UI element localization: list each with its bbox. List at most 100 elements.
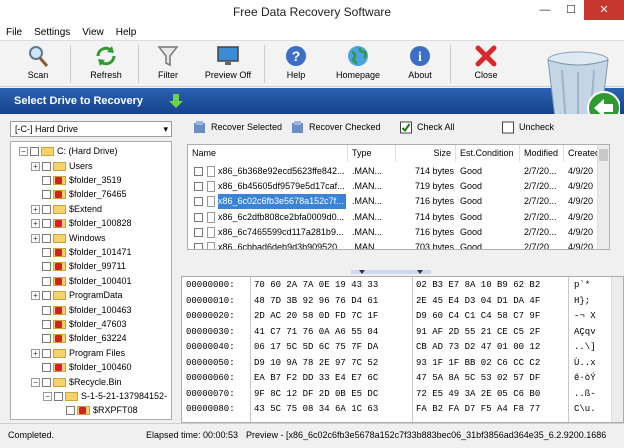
tree-node[interactable]: − $Recycle.Bin — [31, 375, 122, 388]
expand-toggle-icon[interactable]: + — [31, 348, 40, 358]
tree-node[interactable]: $folder_100460 — [31, 361, 132, 374]
maximize-button[interactable]: ☐ — [558, 0, 584, 20]
check-all-toggle[interactable]: Check All — [399, 121, 455, 134]
tree-checkbox[interactable] — [42, 348, 51, 358]
tree-node[interactable]: + ProgramData — [31, 289, 123, 302]
column-header[interactable]: Est.Condition — [456, 145, 520, 162]
minimize-button[interactable]: — — [532, 0, 558, 20]
tree-checkbox[interactable] — [42, 276, 51, 286]
hex-bytes-2: 2E 45 E4 D3 04 D1 DA 4F — [416, 295, 541, 306]
row-checkbox[interactable] — [194, 167, 203, 176]
cell-cond: Good — [460, 211, 483, 222]
column-header[interactable]: Created — [564, 145, 600, 162]
uncheck-toggle[interactable]: Uncheck — [501, 121, 554, 134]
tree-checkbox[interactable] — [42, 161, 51, 171]
tree-checkbox[interactable] — [42, 363, 51, 373]
expand-toggle-icon[interactable]: + — [31, 219, 40, 229]
expand-toggle-icon[interactable]: + — [31, 291, 40, 301]
column-header[interactable]: Size — [396, 145, 456, 162]
tree-node[interactable]: $folder_3519 — [31, 174, 122, 187]
tree-checkbox[interactable] — [42, 233, 51, 243]
tree-node[interactable]: + Program Files — [31, 347, 125, 360]
tree-node-label: $folder_3519 — [69, 174, 122, 185]
help-button[interactable]: ? Help — [276, 44, 316, 84]
row-checkbox[interactable] — [194, 197, 203, 207]
preview-off-button[interactable]: Preview Off — [200, 44, 256, 84]
tree-checkbox[interactable] — [42, 247, 51, 257]
tree-node[interactable]: $RXPFT08 — [55, 404, 138, 417]
drive-select[interactable]: [-C-] Hard Drive ▾ — [10, 121, 172, 137]
tree-checkbox[interactable] — [30, 147, 39, 157]
tree-checkbox[interactable] — [42, 219, 51, 229]
tree-checkbox[interactable] — [42, 319, 51, 329]
tree-checkbox[interactable] — [42, 334, 51, 344]
menu-settings[interactable]: Settings — [28, 24, 76, 41]
about-button[interactable]: i About — [400, 44, 440, 84]
menu-file[interactable]: File — [0, 24, 28, 41]
tree-checkbox[interactable] — [42, 175, 51, 185]
tree-node[interactable]: $folder_63224 — [31, 332, 127, 345]
table-row[interactable]: x86_6b368e92ecd5623ffe842... .MAN... 714 b… — [188, 164, 599, 179]
column-header[interactable]: Name — [188, 145, 348, 162]
table-row[interactable]: x86_6c7465599cd117a281b9... .MAN... 716 by… — [188, 225, 599, 240]
tree-checkbox[interactable] — [42, 262, 51, 272]
folder-icon — [53, 204, 66, 214]
tree-node[interactable]: $folder_101471 — [31, 246, 132, 259]
recover-selected-button[interactable]: Recover Selected — [193, 121, 282, 134]
tree-node[interactable]: $folder_100463 — [31, 303, 132, 316]
tree-node[interactable]: − S-1-5-21-137984152- — [43, 390, 167, 403]
table-row[interactable]: x86_6c2dfb808ce2bfa0009d0... .MAN... 714 b… — [188, 210, 599, 225]
tree-node[interactable]: + Windows — [31, 231, 106, 244]
table-row[interactable]: x86_6b45605df9579e5d17caf... .MAN... 719 b… — [188, 179, 599, 194]
tree-checkbox[interactable] — [54, 391, 63, 401]
tree-checkbox[interactable] — [42, 190, 51, 200]
close-window-button[interactable]: ✕ — [584, 0, 624, 20]
filter-button[interactable]: Filter — [146, 44, 190, 84]
tree-node[interactable]: + $folder_100828 — [31, 217, 132, 230]
tree-node[interactable]: $folder_100401 — [31, 275, 132, 288]
tree-node[interactable]: − C: (Hard Drive) — [19, 145, 118, 158]
tree-node[interactable]: $folder_99711 — [31, 260, 126, 273]
cell-size: 716 bytes — [414, 196, 454, 207]
expand-toggle-icon[interactable]: − — [31, 377, 40, 387]
scroll-thumb[interactable] — [599, 149, 608, 161]
tree-node[interactable]: $folder_76465 — [31, 188, 127, 201]
tree-checkbox[interactable] — [42, 291, 51, 301]
list-scrollbar[interactable] — [597, 145, 609, 249]
refresh-button[interactable]: Refresh — [80, 44, 132, 84]
tree-node[interactable]: $folder_47603 — [31, 318, 127, 331]
menu-help[interactable]: Help — [110, 24, 143, 41]
expand-toggle-icon[interactable]: − — [19, 147, 28, 157]
hex-preview[interactable]: 00000000: 70 60 2A 7A 0E 19 43 33 02 B3 E7… — [181, 276, 624, 423]
table-row[interactable]: x86_6cbbad6deb9d3b909520... .MAN... 703 by… — [188, 240, 599, 249]
folder-tree[interactable]: − C: (Hard Drive) + Users $folder_3519 $folde… — [10, 141, 172, 420]
hex-scrollbar[interactable] — [611, 277, 623, 422]
expand-toggle-icon[interactable]: + — [31, 161, 40, 171]
tree-checkbox[interactable] — [42, 377, 51, 387]
expand-toggle-icon[interactable]: − — [43, 391, 52, 401]
tree-node[interactable]: + Users — [31, 159, 93, 172]
tree-checkbox[interactable] — [66, 406, 75, 416]
file-list[interactable]: Name Type Size Est.Condition Modified Created… — [187, 144, 610, 250]
tree-checkbox[interactable] — [42, 204, 51, 214]
pane-splitter[interactable] — [351, 269, 431, 275]
column-header[interactable]: Modified — [520, 145, 564, 162]
row-checkbox[interactable] — [194, 227, 203, 237]
column-header[interactable]: Type — [348, 145, 396, 162]
scan-button[interactable]: Scan — [14, 44, 62, 84]
toolbar: Scan Refresh Filter Preview Off ? Help H… — [0, 41, 624, 87]
row-checkbox[interactable] — [194, 212, 203, 222]
recover-checked-button[interactable]: Recover Checked — [291, 121, 381, 134]
homepage-button[interactable]: Homepage — [330, 44, 386, 84]
expand-toggle-icon[interactable]: + — [31, 233, 40, 243]
tree-node[interactable]: + $Extend — [31, 203, 102, 216]
tree-checkbox[interactable] — [42, 305, 51, 315]
row-checkbox[interactable] — [194, 243, 203, 249]
menu-view[interactable]: View — [76, 24, 110, 41]
expand-toggle-icon[interactable]: + — [31, 204, 40, 214]
row-checkbox[interactable] — [194, 182, 203, 192]
table-row[interactable]: x86_6c02c6fb3e5678a152c7f... .MAN... 716 b… — [188, 194, 599, 210]
tree-node-label: $folder_100460 — [69, 362, 132, 373]
banner-title: Select Drive to Recovery — [14, 95, 144, 107]
close-button[interactable]: Close — [466, 44, 506, 84]
